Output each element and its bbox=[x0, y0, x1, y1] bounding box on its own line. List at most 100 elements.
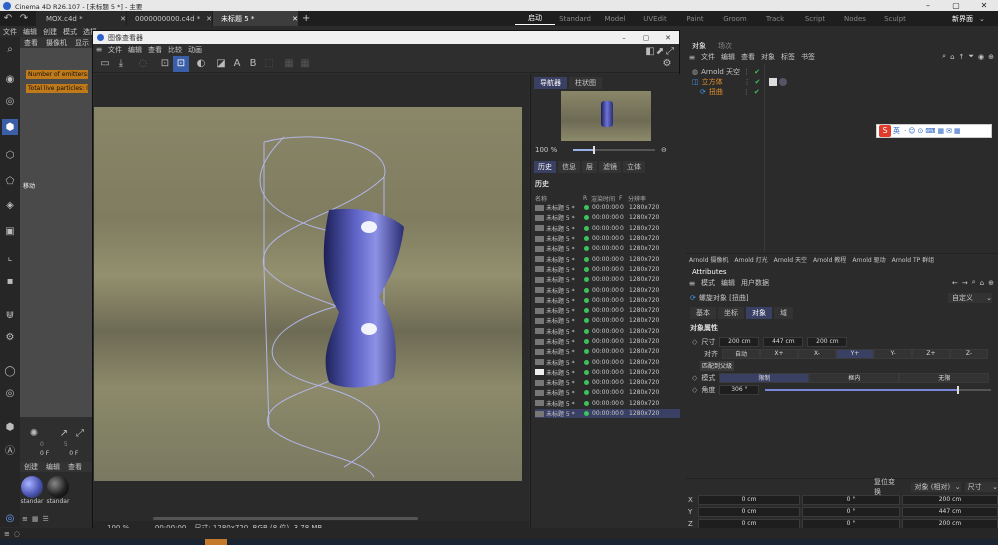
render-region-icon[interactable]: ◌ bbox=[135, 56, 151, 72]
arnold-button[interactable]: Arnold 灯光 bbox=[731, 254, 770, 266]
objects-menu-item[interactable]: 标签 bbox=[778, 51, 798, 63]
open-folder-icon[interactable]: ▭ bbox=[97, 56, 113, 72]
help-icon[interactable]: ◌ bbox=[14, 530, 20, 538]
target-icon[interactable]: ◎ bbox=[2, 385, 18, 401]
layout-tab[interactable]: UVEdit bbox=[635, 13, 675, 25]
history-row[interactable]: 未标题 5 * 00:00:00 0 1280x720 bbox=[535, 408, 680, 420]
attributes-menu-item[interactable]: 模式 bbox=[698, 277, 718, 289]
contrast-icon[interactable]: ◐ bbox=[193, 56, 209, 72]
layout-tab[interactable]: Sculpt bbox=[875, 13, 915, 25]
list-view-icon[interactable]: ☰ bbox=[43, 515, 49, 523]
grid2-icon[interactable]: ▦ bbox=[297, 56, 313, 72]
doc-tab-0[interactable]: MOX.c4d * ✕ bbox=[36, 11, 126, 26]
tab-info[interactable]: 信息 bbox=[558, 161, 580, 173]
check-icon[interactable]: ✔ bbox=[754, 68, 760, 76]
history-row[interactable]: 未标题 5 * 00:00:00 0 1280x720 bbox=[535, 224, 680, 234]
pv-menu-item[interactable]: 文件 bbox=[105, 44, 125, 56]
magnet-icon[interactable]: ⋓ bbox=[2, 307, 18, 323]
render-icon[interactable]: ⬢ bbox=[2, 419, 18, 435]
history-row[interactable]: 未标题 5 * 00:00:00 0 1280x720 bbox=[535, 275, 680, 286]
chevron-down-icon[interactable]: ⌄ bbox=[979, 15, 985, 23]
pv-menu-item[interactable]: 动画 bbox=[185, 44, 205, 56]
coord-pos-field[interactable]: 0 cm bbox=[698, 518, 800, 529]
keyframe-icon[interactable]: ◇ bbox=[692, 338, 697, 346]
mode-box[interactable]: 框内 bbox=[809, 372, 900, 383]
size-x-field[interactable]: 200 cm bbox=[719, 336, 760, 347]
layout-icon[interactable]: ◧ bbox=[645, 46, 655, 57]
material-tag-icon[interactable] bbox=[778, 78, 787, 86]
minimize-button[interactable]: – bbox=[914, 1, 942, 10]
angle-slider[interactable] bbox=[765, 385, 992, 394]
tag-icon[interactable] bbox=[768, 78, 777, 86]
coord-rot-field[interactable]: 0 ° bbox=[802, 518, 900, 529]
history-row[interactable]: 未标题 5 * 00:00:00 0 1280x720 bbox=[535, 244, 680, 255]
history-row[interactable]: 未标题 5 * 00:00:00 0 1280x720 bbox=[535, 203, 680, 214]
grid-view-icon[interactable]: ▦ bbox=[32, 515, 39, 523]
objects-menu-item[interactable]: 文件 bbox=[698, 51, 718, 63]
undo-icon[interactable]: ↶ bbox=[0, 11, 16, 27]
hamburger-icon[interactable]: ≡ bbox=[686, 52, 698, 63]
coord-mode-dropdown[interactable]: 对象 (相对) ⌄ bbox=[911, 482, 961, 492]
ime-lang[interactable]: 英 bbox=[893, 126, 900, 136]
coord-pos-field[interactable]: 0 cm bbox=[698, 506, 800, 517]
select-icon[interactable]: ◉ bbox=[2, 71, 18, 87]
live-select-icon[interactable]: ◎ bbox=[2, 93, 18, 109]
fit-icon[interactable]: ⊡ bbox=[157, 56, 173, 72]
keyframe-icon[interactable]: ◇ bbox=[692, 386, 697, 394]
object-item[interactable]: ⟳ 扭曲 ⋮ ✔ bbox=[686, 87, 998, 97]
save-icon[interactable]: ⤓ bbox=[113, 56, 129, 72]
hamburger-icon[interactable]: ≡ bbox=[93, 44, 105, 55]
attributes-menu-item[interactable]: 用户数据 bbox=[738, 277, 772, 289]
preset-dropdown[interactable]: 自定义 ⌄ bbox=[948, 293, 992, 303]
pv-menu-item[interactable]: 编辑 bbox=[125, 44, 145, 56]
history-row[interactable]: 未标题 5 * 00:00:00 0 1280x720 bbox=[535, 399, 680, 409]
nav-zoom-slider[interactable] bbox=[573, 145, 655, 154]
attributes-title[interactable]: Attributes bbox=[686, 266, 733, 278]
hamburger-icon[interactable]: ≡ bbox=[686, 278, 698, 289]
history-row[interactable]: 未标题 5 * 00:00:00 0 1280x720 bbox=[535, 234, 680, 245]
layout-tab[interactable]: Nodes bbox=[835, 13, 875, 25]
attributes-menu-item[interactable]: 编辑 bbox=[718, 277, 738, 289]
coord-pos-field[interactable]: 0 cm bbox=[698, 494, 800, 505]
align-xminus[interactable]: X- bbox=[798, 348, 836, 359]
forward-icon[interactable]: → bbox=[962, 279, 968, 287]
tab-filter[interactable]: 滤镜 bbox=[599, 161, 621, 173]
size-y-field[interactable]: 447 cm bbox=[763, 336, 804, 347]
hamburger-icon[interactable]: ≡ bbox=[4, 530, 10, 538]
material-menu-item[interactable]: 创建 bbox=[20, 461, 42, 473]
visibility-icon[interactable]: ⋮ bbox=[744, 78, 751, 86]
back-icon[interactable]: ← bbox=[952, 279, 958, 287]
polygons-icon[interactable]: ◈ bbox=[2, 197, 18, 213]
history-row[interactable]: 未标题 5 * 00:00:00 0 1280x720 bbox=[535, 357, 680, 368]
tab-objects[interactable]: 对象 bbox=[686, 40, 712, 52]
tab-stereo[interactable]: 立体 bbox=[623, 161, 645, 173]
coord-rot-field[interactable]: 0 ° bbox=[802, 506, 900, 517]
record-icon[interactable]: ◯ bbox=[2, 363, 18, 379]
history-row[interactable]: 未标题 5 * 00:00:00 0 1280x720 bbox=[535, 327, 680, 337]
arnold-icon[interactable]: Ⓐ bbox=[2, 441, 18, 457]
texture-icon[interactable]: ▣ bbox=[2, 223, 18, 239]
arnold-button[interactable]: Arnold TP 群组 bbox=[889, 254, 938, 266]
material-menu-item[interactable]: 编辑 bbox=[42, 461, 64, 473]
history-row[interactable]: 未标题 5 * 00:00:00 0 1280x720 bbox=[535, 296, 680, 306]
cube-mode-icon[interactable]: ⬢ bbox=[2, 119, 18, 135]
check-icon[interactable]: ✔ bbox=[754, 88, 760, 96]
check-icon[interactable]: ✔ bbox=[755, 78, 761, 86]
navigator-thumbnail[interactable] bbox=[561, 91, 651, 141]
object-item[interactable]: ◫ 立方体 ⋮ ✔ bbox=[686, 77, 998, 87]
visibility-icon[interactable]: ⋮ bbox=[743, 68, 750, 76]
filter-icon[interactable]: ⏷ bbox=[968, 52, 974, 61]
coord-size-dropdown[interactable]: 尺寸 ⌄ bbox=[964, 482, 998, 492]
material-menu-item[interactable]: 查看 bbox=[64, 461, 86, 473]
fullscreen-icon[interactable]: ⤢ bbox=[665, 46, 675, 57]
new-layout-button[interactable]: 新界面 bbox=[952, 14, 973, 24]
search-icon[interactable]: ⌕ bbox=[972, 278, 976, 287]
nav-menu-icon[interactable]: ⊖ bbox=[661, 146, 667, 154]
edges-icon[interactable]: ⬠ bbox=[2, 173, 18, 189]
eye-icon[interactable]: ◉ bbox=[978, 53, 984, 61]
history-row[interactable]: 未标题 5 * 00:00:00 0 1280x720 bbox=[535, 285, 680, 296]
coord-size-field[interactable]: 200 cm bbox=[902, 518, 998, 529]
expand-icon[interactable]: ⬈ bbox=[655, 46, 665, 57]
mode-unlimited[interactable]: 无限 bbox=[899, 372, 990, 383]
tab-layers[interactable]: 层 bbox=[582, 161, 597, 173]
